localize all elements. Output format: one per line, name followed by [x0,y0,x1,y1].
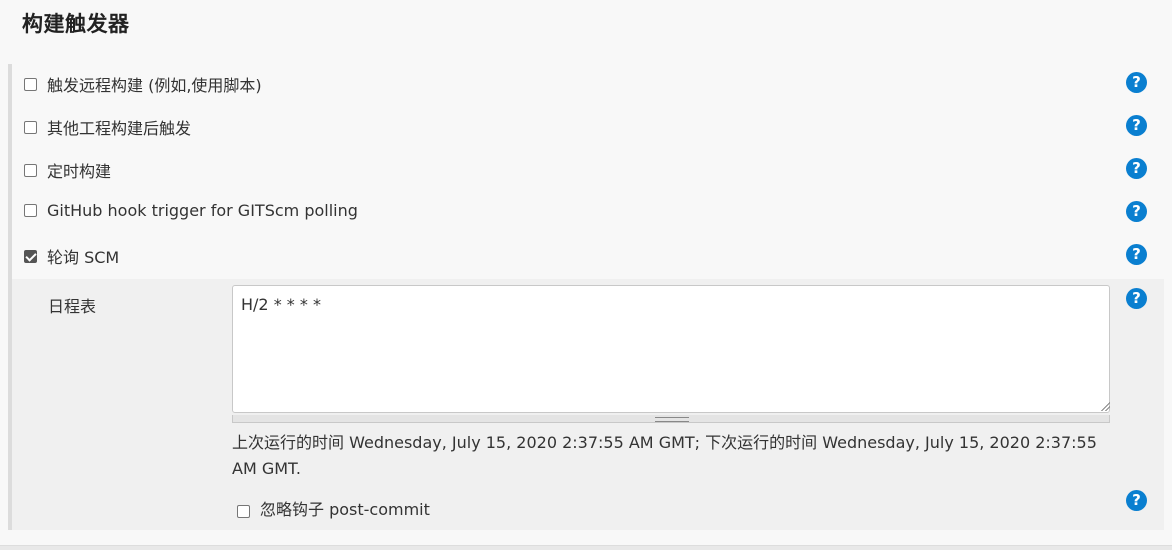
option-github-hook-label[interactable]: GitHub hook trigger for GITScm polling [24,201,358,220]
option-build-periodically: 定时构建 ? [12,150,1164,190]
help-icon[interactable]: ? [1126,72,1147,93]
help-icon[interactable]: ? [1126,288,1147,309]
schedule-label: 日程表 [48,297,97,316]
schedule-field-wrap [232,285,1112,423]
option-poll-scm-label[interactable]: 轮询 SCM [24,244,119,268]
drag-handle-icon [655,417,689,422]
help-icon[interactable]: ? [1126,201,1147,222]
option-build-periodically-label[interactable]: 定时构建 [24,158,111,182]
option-trigger-remote: 触发远程构建 (例如,使用脚本) ? [12,64,1164,104]
option-after-other-projects-label[interactable]: 其他工程构建后触发 [24,115,191,139]
run-info-text: 上次运行的时间 Wednesday, July 15, 2020 2:37:55… [232,433,1097,478]
option-label: GitHub hook trigger for GITScm polling [47,201,358,220]
option-after-other-projects: 其他工程构建后触发 ? [12,107,1164,147]
trigger-remote-checkbox[interactable] [24,77,37,91]
help-icon[interactable]: ? [1126,490,1147,511]
after-other-projects-checkbox[interactable] [24,120,37,134]
textarea-expand-handle[interactable] [232,415,1110,423]
option-label: 轮询 SCM [47,248,120,267]
help-icon[interactable]: ? [1126,115,1147,136]
option-label: 触发远程构建 (例如,使用脚本) [47,76,262,95]
option-trigger-remote-label[interactable]: 触发远程构建 (例如,使用脚本) [24,72,262,96]
section-title: 构建触发器 [22,12,130,36]
option-poll-scm: 轮询 SCM ? [12,236,1164,276]
ignore-post-commit-option[interactable]: 忽略钩子 post-commit [237,496,430,520]
poll-scm-checkbox[interactable] [24,249,37,263]
ignore-post-commit-label: 忽略钩子 post-commit [260,500,430,519]
resize-grip-icon[interactable] [1100,401,1110,411]
poll-scm-panel: 日程表 ? 上次运行的时间 Wednesday, July 15, 2020 2… [12,279,1164,530]
option-github-hook: GitHub hook trigger for GITScm polling ? [12,193,1164,233]
schedule-textarea[interactable] [232,285,1110,413]
help-icon[interactable]: ? [1126,158,1147,179]
help-icon[interactable]: ? [1126,244,1147,265]
option-label: 其他工程构建后触发 [47,119,192,138]
option-label: 定时构建 [47,162,112,181]
section-divider [0,545,1172,550]
ignore-post-commit-checkbox[interactable] [237,504,250,518]
build-periodically-checkbox[interactable] [24,163,37,177]
github-hook-checkbox[interactable] [24,204,37,217]
build-triggers-section: 触发远程构建 (例如,使用脚本) ? 其他工程构建后触发 ? 定时构建 ? Gi… [8,64,1168,530]
